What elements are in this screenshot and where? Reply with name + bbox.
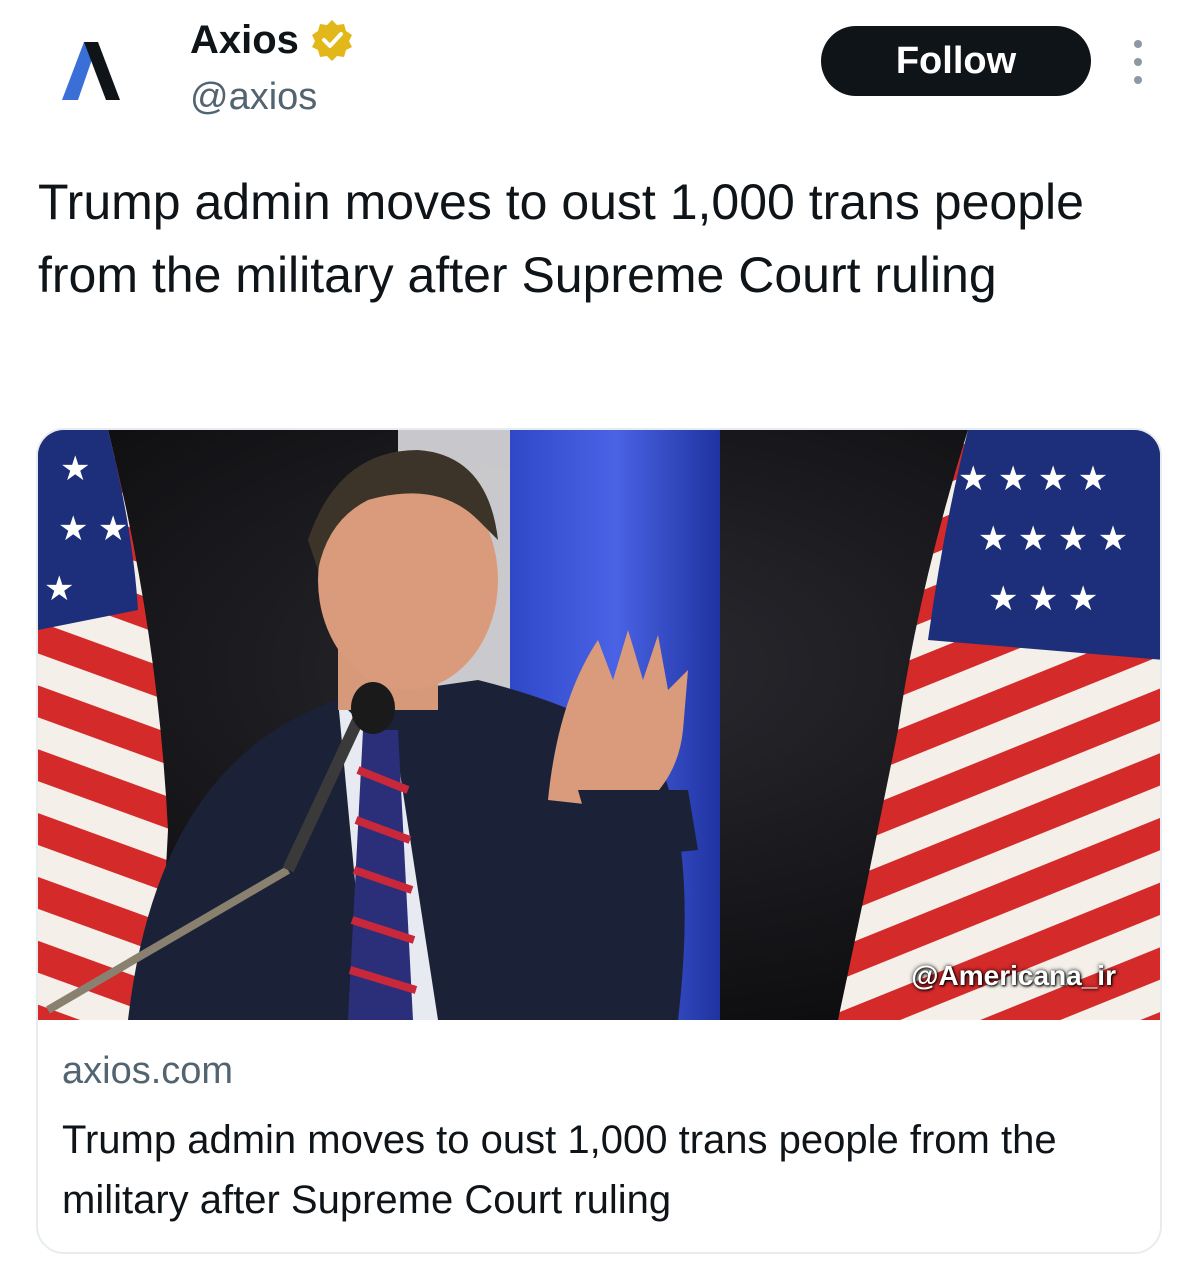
svg-text:★: ★ bbox=[60, 450, 90, 488]
display-name[interactable]: Axios bbox=[190, 16, 299, 64]
link-card[interactable]: ★ ★ ★ ★ ★ ★ ★ ★ ★ ★ ★ ★ ★ ★ ★ @Americana… bbox=[36, 428, 1162, 1254]
follow-button[interactable]: Follow bbox=[821, 26, 1091, 96]
image-watermark: @Americana_ir bbox=[911, 960, 1116, 991]
svg-text:★: ★ bbox=[44, 570, 74, 608]
link-card-title: Trump admin moves to oust 1,000 trans pe… bbox=[62, 1118, 1057, 1222]
link-card-domain: axios.com bbox=[62, 1050, 234, 1092]
more-options-icon[interactable] bbox=[1128, 40, 1148, 84]
link-card-meta[interactable]: axios.com Trump admin moves to oust 1,00… bbox=[38, 1020, 1160, 1252]
account-name-row[interactable]: Axios bbox=[190, 16, 355, 64]
verified-badge-icon bbox=[311, 20, 352, 61]
svg-text:★ ★ ★ ★: ★ ★ ★ ★ bbox=[978, 520, 1128, 558]
svg-text:★ ★: ★ ★ bbox=[58, 510, 128, 548]
svg-text:★ ★ ★: ★ ★ ★ bbox=[988, 580, 1098, 618]
article-photo: ★ ★ ★ ★ ★ ★ ★ ★ ★ ★ ★ ★ ★ ★ ★ bbox=[38, 430, 1160, 1020]
axios-logo-icon[interactable] bbox=[48, 30, 144, 110]
tweet-text: Trump admin moves to oust 1,000 trans pe… bbox=[38, 174, 1084, 303]
account-handle[interactable]: @axios bbox=[190, 74, 317, 120]
svg-text:★ ★ ★ ★: ★ ★ ★ ★ bbox=[958, 460, 1108, 498]
